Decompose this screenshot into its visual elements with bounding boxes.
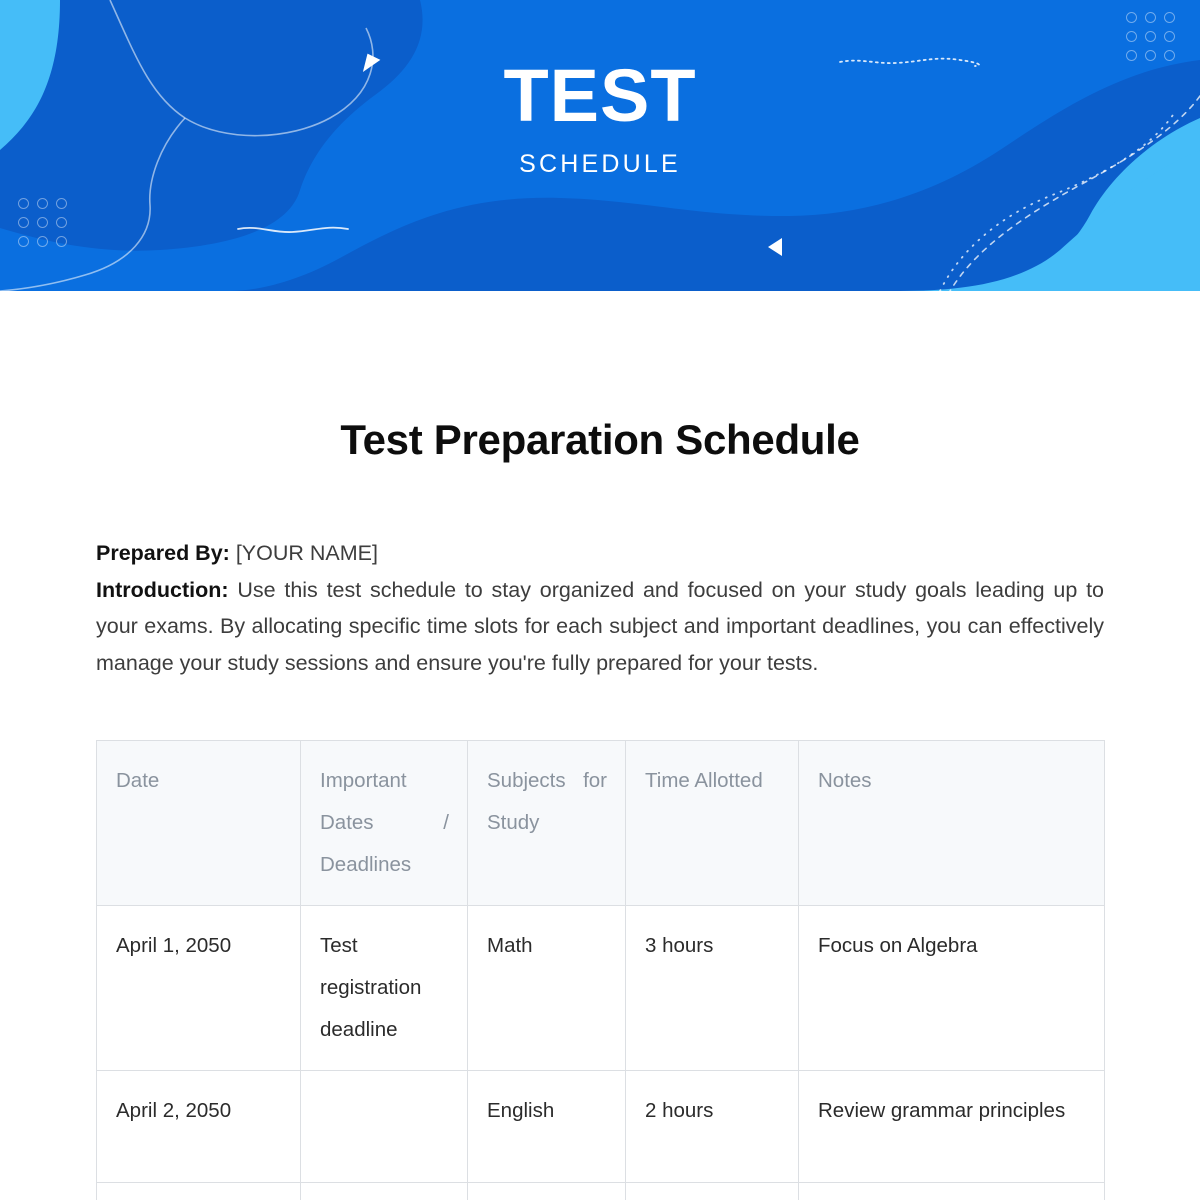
schedule-table-wrapper: Date Important Dates / Deadlines Subject… <box>96 740 1105 1200</box>
column-header-important-dates: Important Dates / Deadlines <box>300 740 468 906</box>
page-title: Test Preparation Schedule <box>340 416 860 463</box>
column-header-time-allotted: Time Allotted <box>625 740 799 906</box>
introduction-text: Use this test schedule to stay organized… <box>96 577 1104 675</box>
cell-date[interactable]: April 1, 2050 <box>96 905 301 1071</box>
prepared-by-line: Prepared By: [YOUR NAME] <box>96 535 1104 572</box>
cell-time-allotted[interactable]: 2 hours <box>625 1070 799 1183</box>
introduction-label: Introduction: <box>96 577 229 602</box>
document-body: Test Preparation Schedule Prepared By: [… <box>0 416 1200 1200</box>
cell-date[interactable] <box>96 1182 301 1200</box>
prepared-by-label: Prepared By: <box>96 541 230 565</box>
schedule-table: Date Important Dates / Deadlines Subject… <box>96 740 1105 1200</box>
cell-important-dates[interactable] <box>300 1070 468 1183</box>
cell-notes[interactable] <box>798 1182 1105 1200</box>
column-header-date: Date <box>96 740 301 906</box>
banner-subtitle: SCHEDULE <box>519 149 681 178</box>
prepared-by-value: [YOUR NAME] <box>235 541 378 565</box>
cell-time-allotted[interactable] <box>625 1182 799 1200</box>
column-header-subjects: Subjects for Study <box>467 740 626 906</box>
table-header: Date Important Dates / Deadlines Subject… <box>96 740 1105 906</box>
table-header-row: Date Important Dates / Deadlines Subject… <box>96 740 1105 906</box>
cell-subjects[interactable]: English <box>467 1070 626 1183</box>
cell-notes[interactable]: Focus on Algebra <box>798 905 1105 1071</box>
table-body: April 1, 2050 Test registration deadline… <box>96 905 1105 1200</box>
intro-block: Prepared By: [YOUR NAME] Introduction: U… <box>96 535 1104 681</box>
header-banner: TEST SCHEDULE <box>0 0 1200 291</box>
table-row[interactable]: April 2, 2050 English 2 hours Review gra… <box>96 1070 1105 1183</box>
cell-important-dates[interactable] <box>300 1182 468 1200</box>
cell-subjects[interactable] <box>467 1182 626 1200</box>
cell-important-dates[interactable]: Test registration deadline <box>300 905 468 1071</box>
cell-subjects[interactable]: Math <box>467 905 626 1071</box>
cell-time-allotted[interactable]: 3 hours <box>625 905 799 1071</box>
banner-title-group: TEST SCHEDULE <box>0 0 1200 291</box>
banner-title: TEST <box>503 53 697 137</box>
table-row[interactable]: April 1, 2050 Test registration deadline… <box>96 905 1105 1071</box>
cell-date[interactable]: April 2, 2050 <box>96 1070 301 1183</box>
column-header-notes: Notes <box>798 740 1105 906</box>
cell-notes[interactable]: Review grammar principles <box>798 1070 1105 1183</box>
introduction-line: Introduction: Use this test schedule to … <box>96 572 1104 682</box>
table-row[interactable] <box>96 1182 1105 1200</box>
